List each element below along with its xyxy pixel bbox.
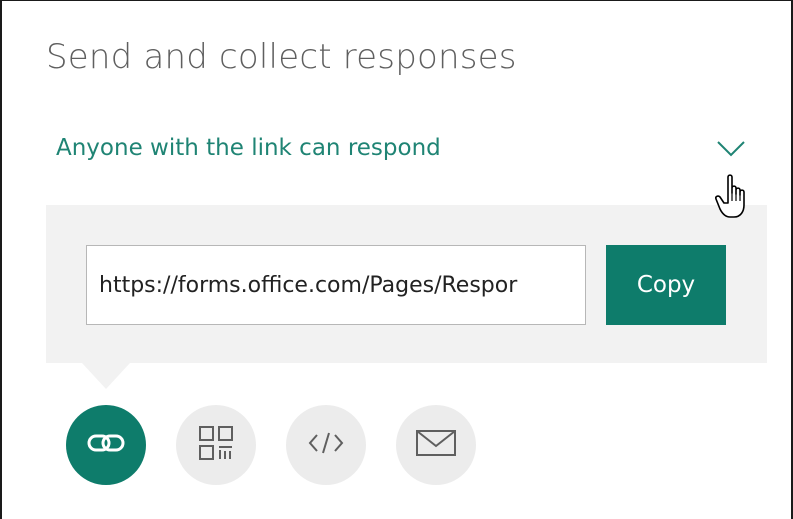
- share-embed-button[interactable]: [286, 405, 366, 485]
- embed-code-icon: [306, 428, 346, 462]
- permission-selected-value: Anyone with the link can respond: [56, 135, 441, 161]
- envelope-icon: [414, 428, 458, 462]
- share-qr-code-button[interactable]: [176, 405, 256, 485]
- link-icon: [86, 428, 126, 462]
- share-link-input[interactable]: [86, 245, 586, 325]
- permission-dropdown[interactable]: Anyone with the link can respond: [56, 127, 756, 177]
- dialog-title: Send and collect responses: [46, 37, 517, 77]
- panel-pointer: [82, 363, 130, 389]
- copy-button[interactable]: Copy: [606, 245, 726, 325]
- send-dialog: Send and collect responses Anyone with t…: [0, 0, 793, 519]
- qr-code-icon: [196, 423, 236, 467]
- share-link-button[interactable]: [66, 405, 146, 485]
- chevron-down-icon[interactable]: [716, 137, 746, 159]
- share-email-button[interactable]: [396, 405, 476, 485]
